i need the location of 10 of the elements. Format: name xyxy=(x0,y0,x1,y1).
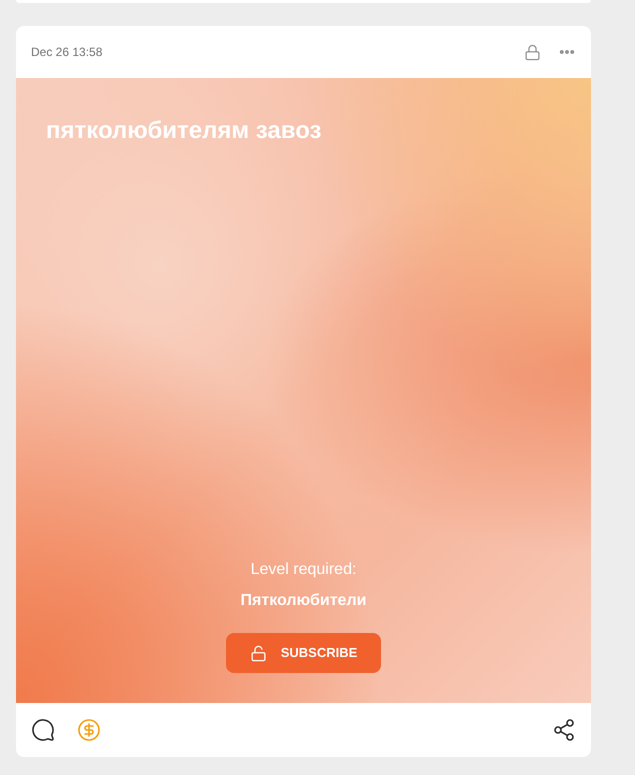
post-title: пятколюбителям завоз xyxy=(46,116,322,146)
lock-icon[interactable] xyxy=(524,44,541,60)
share-icon[interactable] xyxy=(552,718,576,742)
post-date: Dec 26 13:58 xyxy=(31,44,102,61)
tip-icon[interactable] xyxy=(77,718,101,742)
subscribe-button[interactable]: SUBSCRIBE xyxy=(226,633,381,673)
level-name: Пятколюбители xyxy=(240,591,366,611)
level-label: Level required: xyxy=(250,560,356,580)
comment-icon[interactable] xyxy=(31,718,55,742)
unlock-icon xyxy=(250,644,267,662)
